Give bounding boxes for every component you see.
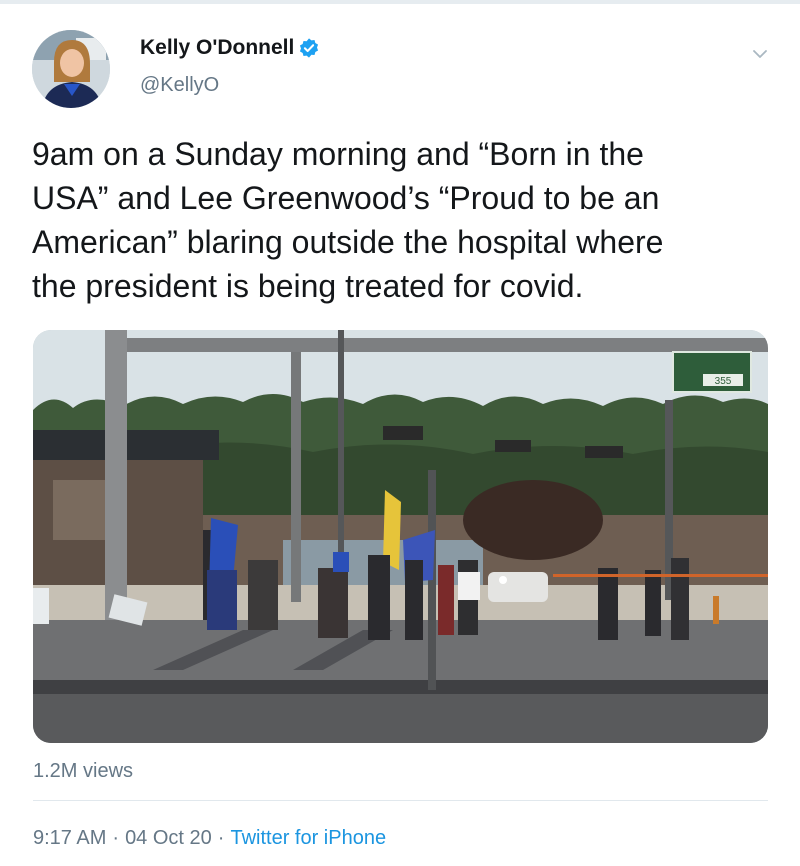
tweet-text-line: 9am on a Sunday morning and “Born in the xyxy=(32,136,644,172)
tweet-date[interactable]: 04 Oct 20 xyxy=(125,827,212,849)
video-scene: 355 xyxy=(33,330,768,743)
display-name[interactable]: Kelly O'Donnell xyxy=(140,36,294,60)
tweet-text-line: American” blaring outside the hospital w… xyxy=(32,224,664,260)
avatar-image xyxy=(32,30,110,108)
view-count: 1.2M views xyxy=(33,760,134,782)
video-thumbnail[interactable]: 355 xyxy=(33,330,768,743)
meta-separator: · xyxy=(112,827,120,849)
tweet-meta: 9:17 AM · 04 Oct 20 · Twitter for iPhone xyxy=(33,827,386,850)
road-sign-number: 355 xyxy=(715,376,732,387)
chevron-down-icon[interactable] xyxy=(750,44,770,64)
tweet-text: 9am on a Sunday morning and “Born in the… xyxy=(32,132,752,308)
author-name-row[interactable]: Kelly O'Donnell xyxy=(140,36,320,60)
divider xyxy=(33,800,768,801)
verified-badge-icon xyxy=(300,38,319,58)
tweet-source-link[interactable]: Twitter for iPhone xyxy=(230,827,386,849)
tweet-text-line: USA” and Lee Greenwood’s “Proud to be an xyxy=(32,180,660,216)
meta-separator: · xyxy=(217,827,225,849)
user-handle[interactable]: @KellyO xyxy=(140,74,219,97)
tweet-text-line: the president is being treated for covid… xyxy=(32,268,584,304)
avatar[interactable] xyxy=(32,30,110,108)
tweet-time[interactable]: 9:17 AM xyxy=(33,827,106,849)
tweet: Kelly O'Donnell @KellyO 9am on a Sunday … xyxy=(0,4,800,866)
